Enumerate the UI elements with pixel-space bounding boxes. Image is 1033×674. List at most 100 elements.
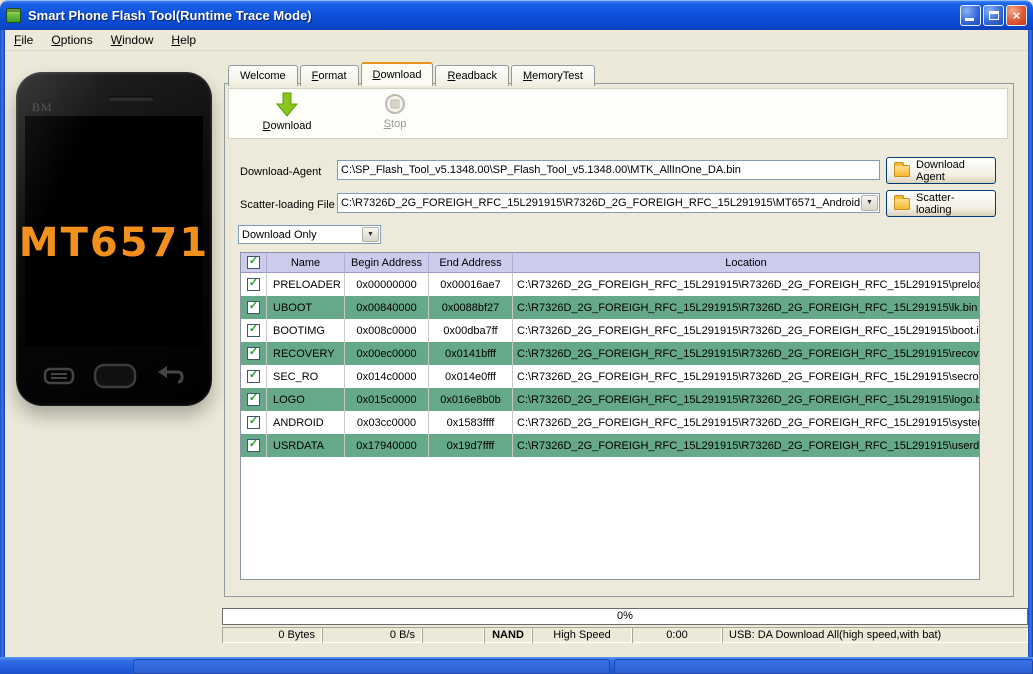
row-checkbox[interactable]: ✓	[247, 347, 260, 360]
cell-end: 0x1583ffff	[429, 411, 513, 434]
phone-back-icon	[158, 366, 184, 384]
cell-name: SEC_RO	[267, 365, 345, 388]
table-row[interactable]: ✓ BOOTIMG 0x008c0000 0x00dba7ff C:\R7326…	[241, 319, 979, 342]
phone-image: BM MT6571	[16, 72, 212, 406]
row-checkbox[interactable]: ✓	[247, 393, 260, 406]
cell-end: 0x00dba7ff	[429, 319, 513, 342]
taskbar-button[interactable]	[614, 659, 1033, 674]
download-tool-button[interactable]: Download	[250, 92, 324, 132]
table-row[interactable]: ✓ LOGO 0x015c0000 0x016e8b0b C:\R7326D_2…	[241, 388, 979, 411]
row-checkbox[interactable]: ✓	[247, 439, 260, 452]
table-row[interactable]: ✓ SEC_RO 0x014c0000 0x014e0fff C:\R7326D…	[241, 365, 979, 388]
tab-memorytest[interactable]: MemoryTest	[511, 65, 595, 86]
stop-tool-label: Stop	[383, 118, 407, 130]
cell-end: 0x19d7ffff	[429, 434, 513, 457]
window-border-right	[1028, 30, 1033, 657]
cell-location: C:\R7326D_2G_FOREIGH_RFC_15L291915\R7326…	[517, 324, 979, 337]
status-empty	[422, 627, 484, 643]
row-checkbox[interactable]: ✓	[247, 324, 260, 337]
cell-begin: 0x03cc0000	[345, 411, 429, 434]
row-checkbox[interactable]: ✓	[247, 278, 260, 291]
download-agent-label: Download-Agent	[240, 166, 322, 178]
check-icon: ✓	[248, 392, 259, 404]
minimize-button[interactable]	[960, 4, 981, 26]
app-icon	[6, 7, 21, 23]
cell-begin: 0x00000000	[345, 273, 429, 296]
window-title: Smart Phone Flash Tool(Runtime Trace Mod…	[28, 7, 312, 23]
table-row[interactable]: ✓ RECOVERY 0x00ec0000 0x0141bfff C:\R732…	[241, 342, 979, 365]
download-arrow-icon	[276, 92, 298, 117]
cell-end: 0x014e0fff	[429, 365, 513, 388]
download-agent-button[interactable]: Download Agent	[886, 157, 996, 184]
phone-home-icon	[93, 363, 137, 389]
chevron-down-icon[interactable]: ▼	[362, 227, 379, 242]
table-header-row: ✓ Name Begin Address End Address Locatio…	[241, 253, 979, 273]
maximize-icon	[988, 10, 999, 20]
tab-readback[interactable]: Readback	[435, 65, 509, 86]
cell-end: 0x0088bf27	[429, 296, 513, 319]
phone-brand-label: BM	[32, 100, 53, 114]
cell-location: C:\R7326D_2G_FOREIGH_RFC_15L291915\R7326…	[517, 347, 979, 360]
minimize-icon	[965, 17, 974, 21]
header-begin-address[interactable]: Begin Address	[345, 253, 429, 273]
row-checkbox[interactable]: ✓	[247, 416, 260, 429]
check-icon: ✓	[248, 255, 259, 267]
scatter-file-combobox[interactable]: C:\R7326D_2G_FOREIGH_RFC_15L291915\R7326…	[337, 193, 880, 213]
tab-format[interactable]: Format	[299, 65, 359, 86]
menu-help[interactable]: Help	[162, 31, 205, 49]
menu-options[interactable]: Options	[42, 31, 101, 49]
status-bar: 0 Bytes 0 B/s NAND High Speed 0:00 USB: …	[222, 627, 1028, 643]
menu-window[interactable]: Window	[102, 31, 163, 49]
cell-end: 0x00016ae7	[429, 273, 513, 296]
cell-end: 0x016e8b0b	[429, 388, 513, 411]
taskbar-button[interactable]	[133, 659, 610, 674]
close-icon: ×	[1012, 7, 1021, 23]
stop-tool-button: Stop	[358, 93, 432, 130]
cell-location: C:\R7326D_2G_FOREIGH_RFC_15L291915\R7326…	[517, 301, 978, 314]
check-icon: ✓	[248, 277, 259, 289]
check-icon: ✓	[248, 300, 259, 312]
check-icon: ✓	[248, 438, 259, 450]
header-end-address[interactable]: End Address	[429, 253, 513, 273]
cell-name: RECOVERY	[267, 342, 345, 365]
menu-file[interactable]: File	[5, 31, 42, 49]
table-row[interactable]: ✓ PRELOADER 0x00000000 0x00016ae7 C:\R73…	[241, 273, 979, 296]
tab-download[interactable]: Download	[360, 62, 434, 86]
row-checkbox[interactable]: ✓	[247, 370, 260, 383]
download-tool-label: Download	[262, 120, 312, 132]
select-all-checkbox[interactable]: ✓	[241, 253, 267, 273]
header-name[interactable]: Name	[267, 253, 345, 273]
close-button[interactable]: ×	[1006, 4, 1027, 26]
taskbar	[0, 657, 1033, 674]
tab-welcome[interactable]: Welcome	[228, 65, 298, 86]
table-row[interactable]: ✓ UBOOT 0x00840000 0x0088bf27 C:\R7326D_…	[241, 296, 979, 319]
folder-icon	[894, 194, 910, 210]
cell-begin: 0x00840000	[345, 296, 429, 319]
cell-name: ANDROID	[267, 411, 345, 434]
header-location[interactable]: Location	[513, 253, 979, 273]
cell-location: C:\R7326D_2G_FOREIGH_RFC_15L291915\R7326…	[517, 439, 979, 452]
cell-end: 0x0141bfff	[429, 342, 513, 365]
table-row[interactable]: ✓ ANDROID 0x03cc0000 0x1583ffff C:\R7326…	[241, 411, 979, 434]
cell-name: USRDATA	[267, 434, 345, 457]
check-icon: ✓	[248, 346, 259, 358]
cell-name: LOGO	[267, 388, 345, 411]
maximize-button[interactable]	[983, 4, 1004, 26]
status-storage-type: NAND	[484, 627, 532, 643]
row-checkbox[interactable]: ✓	[247, 301, 260, 314]
cell-begin: 0x015c0000	[345, 388, 429, 411]
cell-begin: 0x008c0000	[345, 319, 429, 342]
title-bar: Smart Phone Flash Tool(Runtime Trace Mod…	[0, 0, 1033, 30]
status-usb-mode: USB: DA Download All(high speed,with bat…	[722, 627, 1028, 643]
cell-begin: 0x17940000	[345, 434, 429, 457]
phone-chipset-label: MT6571	[18, 220, 210, 266]
cell-location: C:\R7326D_2G_FOREIGH_RFC_15L291915\R7326…	[517, 278, 979, 291]
chevron-down-icon[interactable]: ▼	[861, 195, 878, 211]
menu-bar: File Options Window Help	[5, 30, 1028, 51]
download-agent-input[interactable]: C:\SP_Flash_Tool_v5.1348.00\SP_Flash_Too…	[337, 160, 880, 180]
table-row[interactable]: ✓ USRDATA 0x17940000 0x19d7ffff C:\R7326…	[241, 434, 979, 457]
download-mode-select[interactable]: Download Only ▼	[238, 225, 381, 244]
cell-name: UBOOT	[267, 296, 345, 319]
status-elapsed-time: 0:00	[632, 627, 722, 643]
scatter-loading-button[interactable]: Scatter-loading	[886, 190, 996, 217]
